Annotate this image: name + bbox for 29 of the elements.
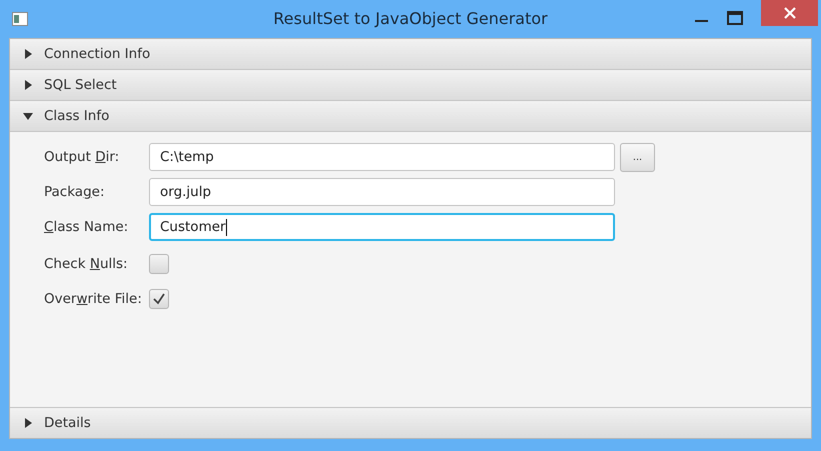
pane-title: Details	[44, 415, 91, 431]
disclosure-arrow-icon	[23, 49, 33, 59]
field-label: Package:	[44, 184, 106, 200]
text-field[interactable]: C:\temp	[149, 143, 615, 171]
window-icon	[12, 12, 28, 26]
disclosure-arrow-icon	[23, 418, 33, 428]
disclosure-arrow-icon	[23, 80, 33, 90]
pane-title: Connection Info	[44, 46, 150, 62]
text-field[interactable]: org.julp	[149, 178, 615, 206]
checkbox[interactable]	[149, 254, 169, 274]
checkbox[interactable]	[149, 289, 169, 309]
close-button[interactable]	[761, 0, 818, 26]
close-icon	[784, 7, 796, 19]
pane-header[interactable]: SQL Select	[10, 70, 811, 101]
pane-title: SQL Select	[44, 77, 117, 93]
window-title: ResultSet to JavaObject Generator	[272, 9, 549, 28]
field-label: Check Nulls:	[44, 256, 129, 272]
field-label: Overwrite File:	[44, 291, 143, 307]
text-field[interactable]: Customer	[149, 213, 615, 241]
browse-button[interactable]: ...	[620, 142, 655, 172]
checkmark-icon	[152, 292, 166, 306]
pane-header[interactable]: Class Info	[10, 101, 811, 132]
disclosure-arrow-icon	[23, 111, 33, 121]
pane-header[interactable]: Connection Info	[10, 39, 811, 70]
pane-header[interactable]: Details	[10, 407, 811, 438]
field-label: Output Dir:	[44, 149, 120, 165]
maximize-icon[interactable]	[727, 11, 743, 25]
field-label: Class Name:	[44, 219, 130, 235]
pane-title: Class Info	[44, 108, 110, 124]
